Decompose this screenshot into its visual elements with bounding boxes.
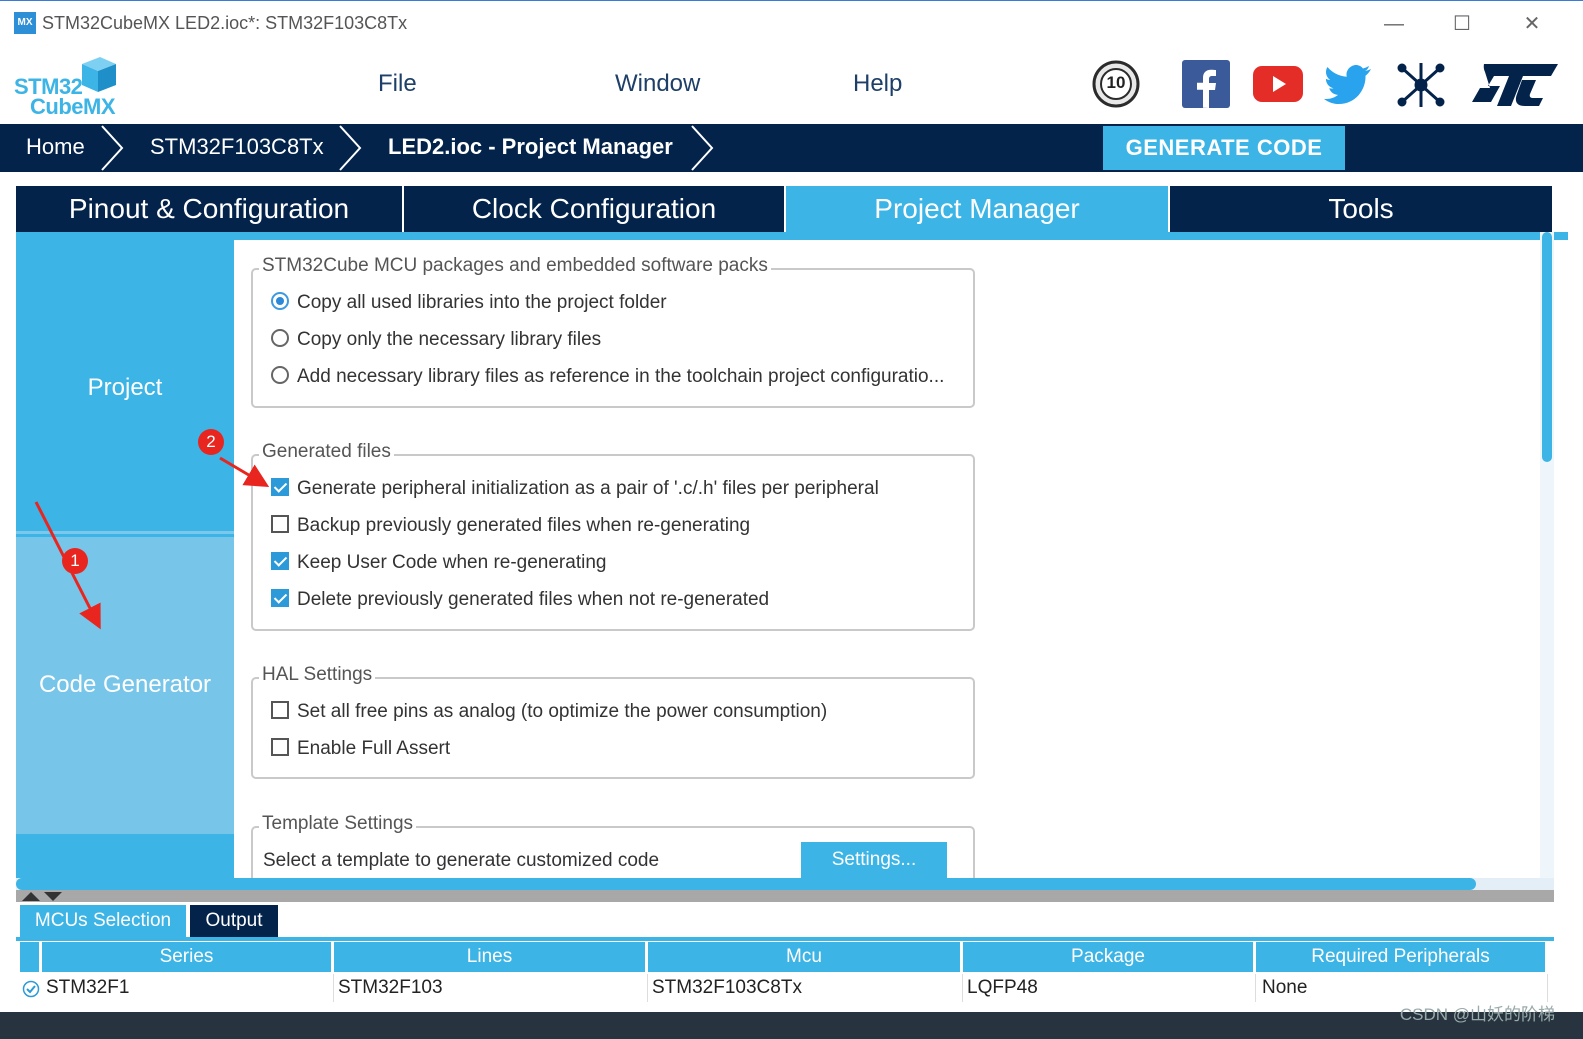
annotation-arrows-icon [34,456,270,630]
cubemx-window: MX STM32CubeMX LED2.ioc*: STM32F103C8Tx … [0,0,1583,1039]
annotation-badge-2: 2 [198,429,224,455]
annotation-badge-1: 1 [62,548,88,574]
